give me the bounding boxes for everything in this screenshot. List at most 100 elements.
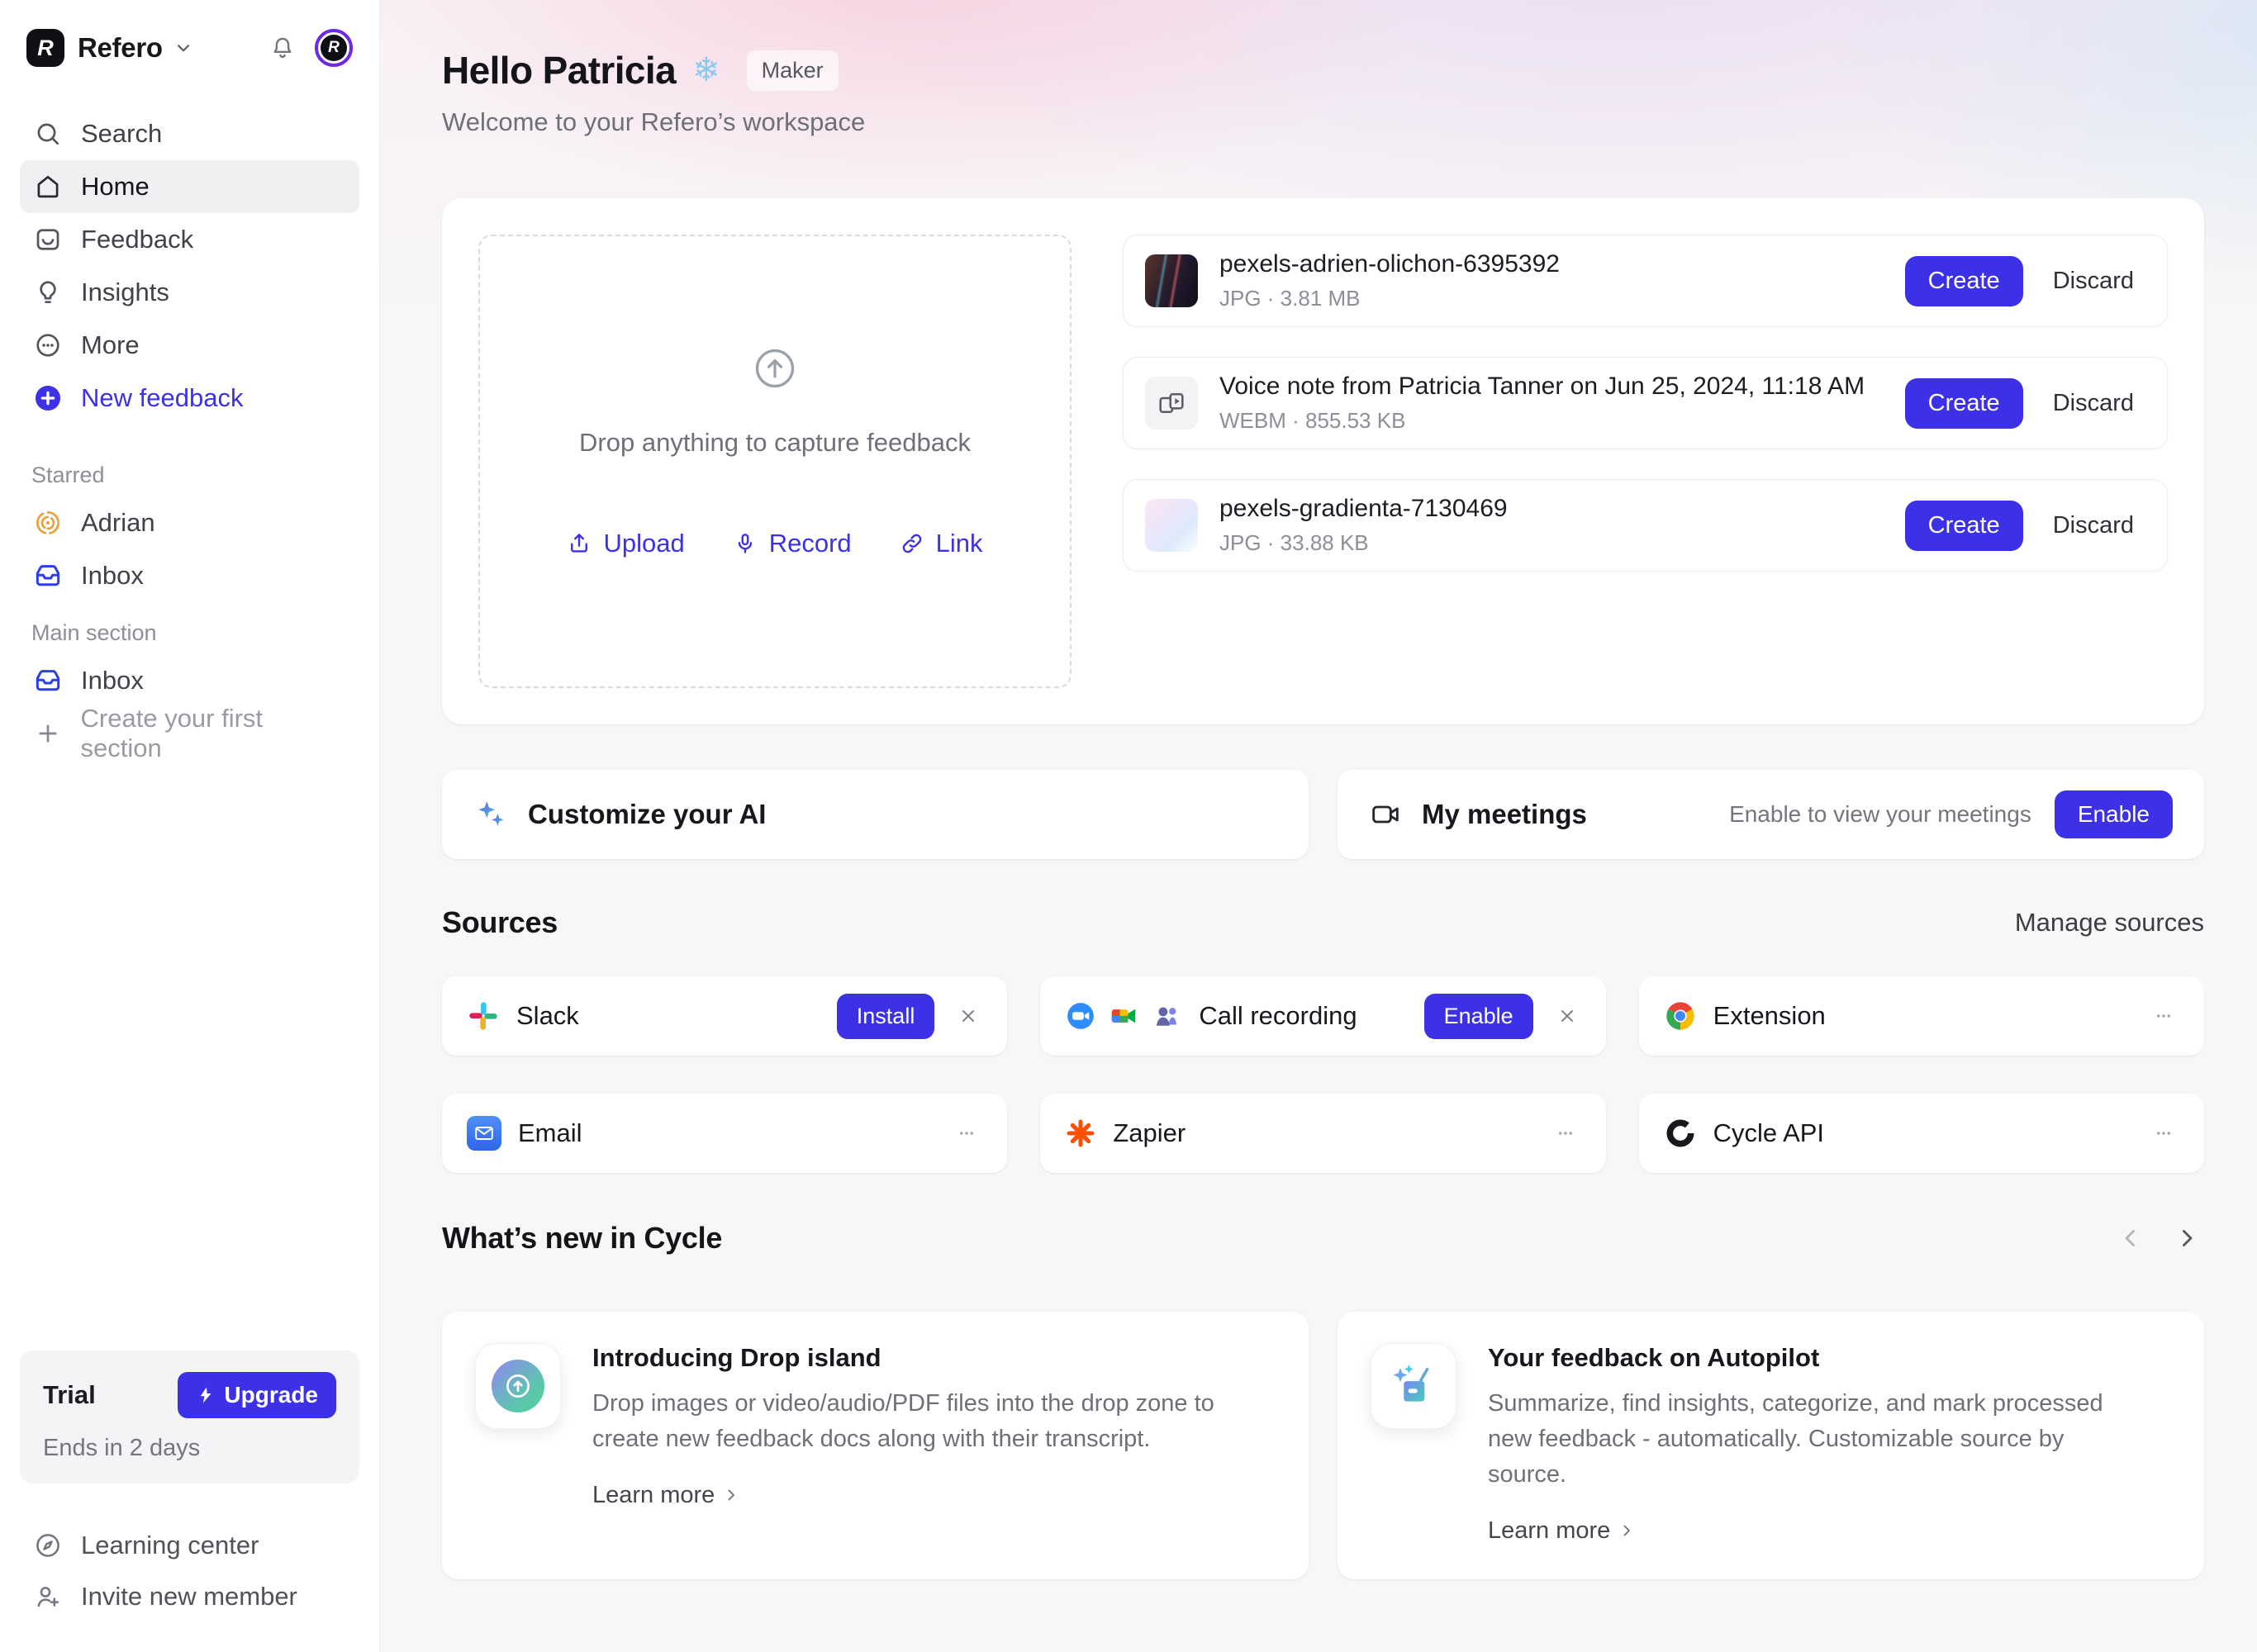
trial-title: Trial [43,1380,96,1410]
google-meet-icon [1108,1000,1139,1032]
upload-button[interactable]: Upload [567,529,684,558]
workspace-logo: R [26,29,64,67]
learn-more-label: Learn more [1488,1517,1610,1545]
ms-teams-icon [1151,1000,1182,1032]
welcome-subtitle: Welcome to your Refero’s workspace [442,107,2204,137]
microphone-icon [733,531,758,556]
ellipsis-icon[interactable] [951,1118,982,1149]
link-button[interactable]: Link [900,529,983,558]
create-button[interactable]: Create [1905,501,2023,551]
record-button[interactable]: Record [733,529,852,558]
dropzone[interactable]: Drop anything to capture feedback Upload [478,235,1071,688]
enable-meetings-button[interactable]: Enable [2055,790,2173,838]
my-meetings-title: My meetings [1422,799,1587,830]
source-name: Zapier [1113,1118,1186,1148]
carousel-prev-icon[interactable] [2113,1221,2148,1256]
sidebar-item-search[interactable]: Search [20,107,359,160]
source-card-cycle-api: Cycle API [1639,1094,2204,1173]
news-card-autopilot: Your feedback on Autopilot Summarize, fi… [1338,1312,2204,1579]
avatar-letter: R [321,35,347,61]
sidebar-item-home[interactable]: Home [20,160,359,213]
close-icon[interactable] [954,1002,982,1030]
link-label: Link [936,529,983,558]
upload-circle-icon [752,345,798,392]
learn-more-link[interactable]: Learn more [1488,1517,2149,1545]
discard-button[interactable]: Discard [2053,390,2134,417]
news-card-drop-island: Introducing Drop island Drop images or v… [442,1312,1309,1579]
workspace-name: Refero [78,32,163,64]
file-meta: JPG · 33.88 KB [1219,530,1508,556]
person-plus-icon [31,1582,64,1612]
source-name: Call recording [1199,1001,1357,1031]
install-slack-button[interactable]: Install [837,994,935,1039]
invite-member-item[interactable]: Invite new member [20,1571,359,1622]
file-title: pexels-adrien-olichon-6395392 [1219,250,1560,278]
chrome-icon [1664,999,1697,1032]
learn-more-link[interactable]: Learn more [592,1482,1253,1509]
discard-button[interactable]: Discard [2053,512,2134,539]
trial-card: Trial Upgrade Ends in 2 days [20,1351,359,1483]
chevron-down-icon [173,37,194,59]
source-name: Email [518,1118,582,1148]
invite-member-label: Invite new member [81,1582,297,1612]
create-section-button[interactable]: Create your first section [20,707,359,760]
file-title: Voice note from Patricia Tanner on Jun 2… [1219,373,1865,401]
file-card: pexels-gradienta-7130469 JPG · 33.88 KB … [1123,479,2168,572]
learning-center-label: Learning center [81,1531,259,1560]
meetings-hint: Enable to view your meetings [1729,801,2031,828]
sidebar-nav: Search Home Feedback Insights [20,107,359,425]
customize-ai-card[interactable]: Customize your AI [442,770,1309,859]
source-name: Slack [516,1001,579,1031]
source-card-call-recording: Call recording Enable [1040,976,1605,1056]
sidebar-item-insights[interactable]: Insights [20,266,359,319]
workspace-switcher[interactable]: R Refero R [20,25,359,71]
zoom-icon [1065,1000,1096,1032]
upgrade-button[interactable]: Upgrade [178,1372,336,1418]
ellipsis-icon[interactable] [2148,1118,2179,1149]
enable-call-recording-button[interactable]: Enable [1424,994,1533,1039]
starred-item-inbox[interactable]: Inbox [20,549,359,602]
learning-center-item[interactable]: Learning center [20,1520,359,1571]
discard-button[interactable]: Discard [2053,268,2134,295]
source-card-extension: Extension [1639,976,2204,1056]
search-icon [31,119,64,149]
starred-heading: Starred [20,463,359,488]
new-feedback-button[interactable]: New feedback [20,372,359,425]
create-button[interactable]: Create [1905,256,2023,306]
chevron-right-icon [721,1485,741,1505]
lightning-icon [196,1385,216,1405]
lightbulb-icon [31,278,64,307]
ellipsis-icon[interactable] [2148,1000,2179,1032]
create-button[interactable]: Create [1905,378,2023,429]
bell-icon[interactable] [268,34,297,62]
trial-ends-text: Ends in 2 days [43,1435,336,1462]
file-title: pexels-gradienta-7130469 [1219,495,1508,523]
ellipsis-icon[interactable] [1550,1118,1581,1149]
sidebar-item-feedback[interactable]: Feedback [20,213,359,266]
section-item-inbox[interactable]: Inbox [20,654,359,707]
upload-label: Upload [603,529,684,558]
starred-item-label: Inbox [81,561,144,591]
link-icon [900,531,924,556]
page-title: Hello Patricia [442,48,676,93]
source-card-email: Email [442,1094,1007,1173]
file-card: Voice note from Patricia Tanner on Jun 2… [1123,357,2168,449]
video-camera-icon [1369,798,1402,831]
manage-sources-link[interactable]: Manage sources [2015,908,2204,938]
plus-icon [31,719,64,748]
voice-note-icon [1145,377,1198,430]
sparkles-icon [473,797,508,832]
upgrade-label: Upgrade [224,1382,318,1408]
starred-item-label: Adrian [81,508,155,538]
user-avatar[interactable]: R [315,29,353,67]
close-icon[interactable] [1553,1002,1581,1030]
source-card-slack: Slack Install [442,976,1007,1056]
more-circle-icon [31,330,64,360]
my-meetings-card[interactable]: My meetings Enable to view your meetings… [1338,770,2204,859]
sidebar-item-more[interactable]: More [20,319,359,372]
workspace-logo-letter: R [37,36,54,61]
starred-item-adrian[interactable]: Adrian [20,496,359,549]
zapier-icon [1065,1118,1096,1149]
snowflake-emoji: ❄ [692,54,720,87]
carousel-next-icon[interactable] [2169,1221,2204,1256]
